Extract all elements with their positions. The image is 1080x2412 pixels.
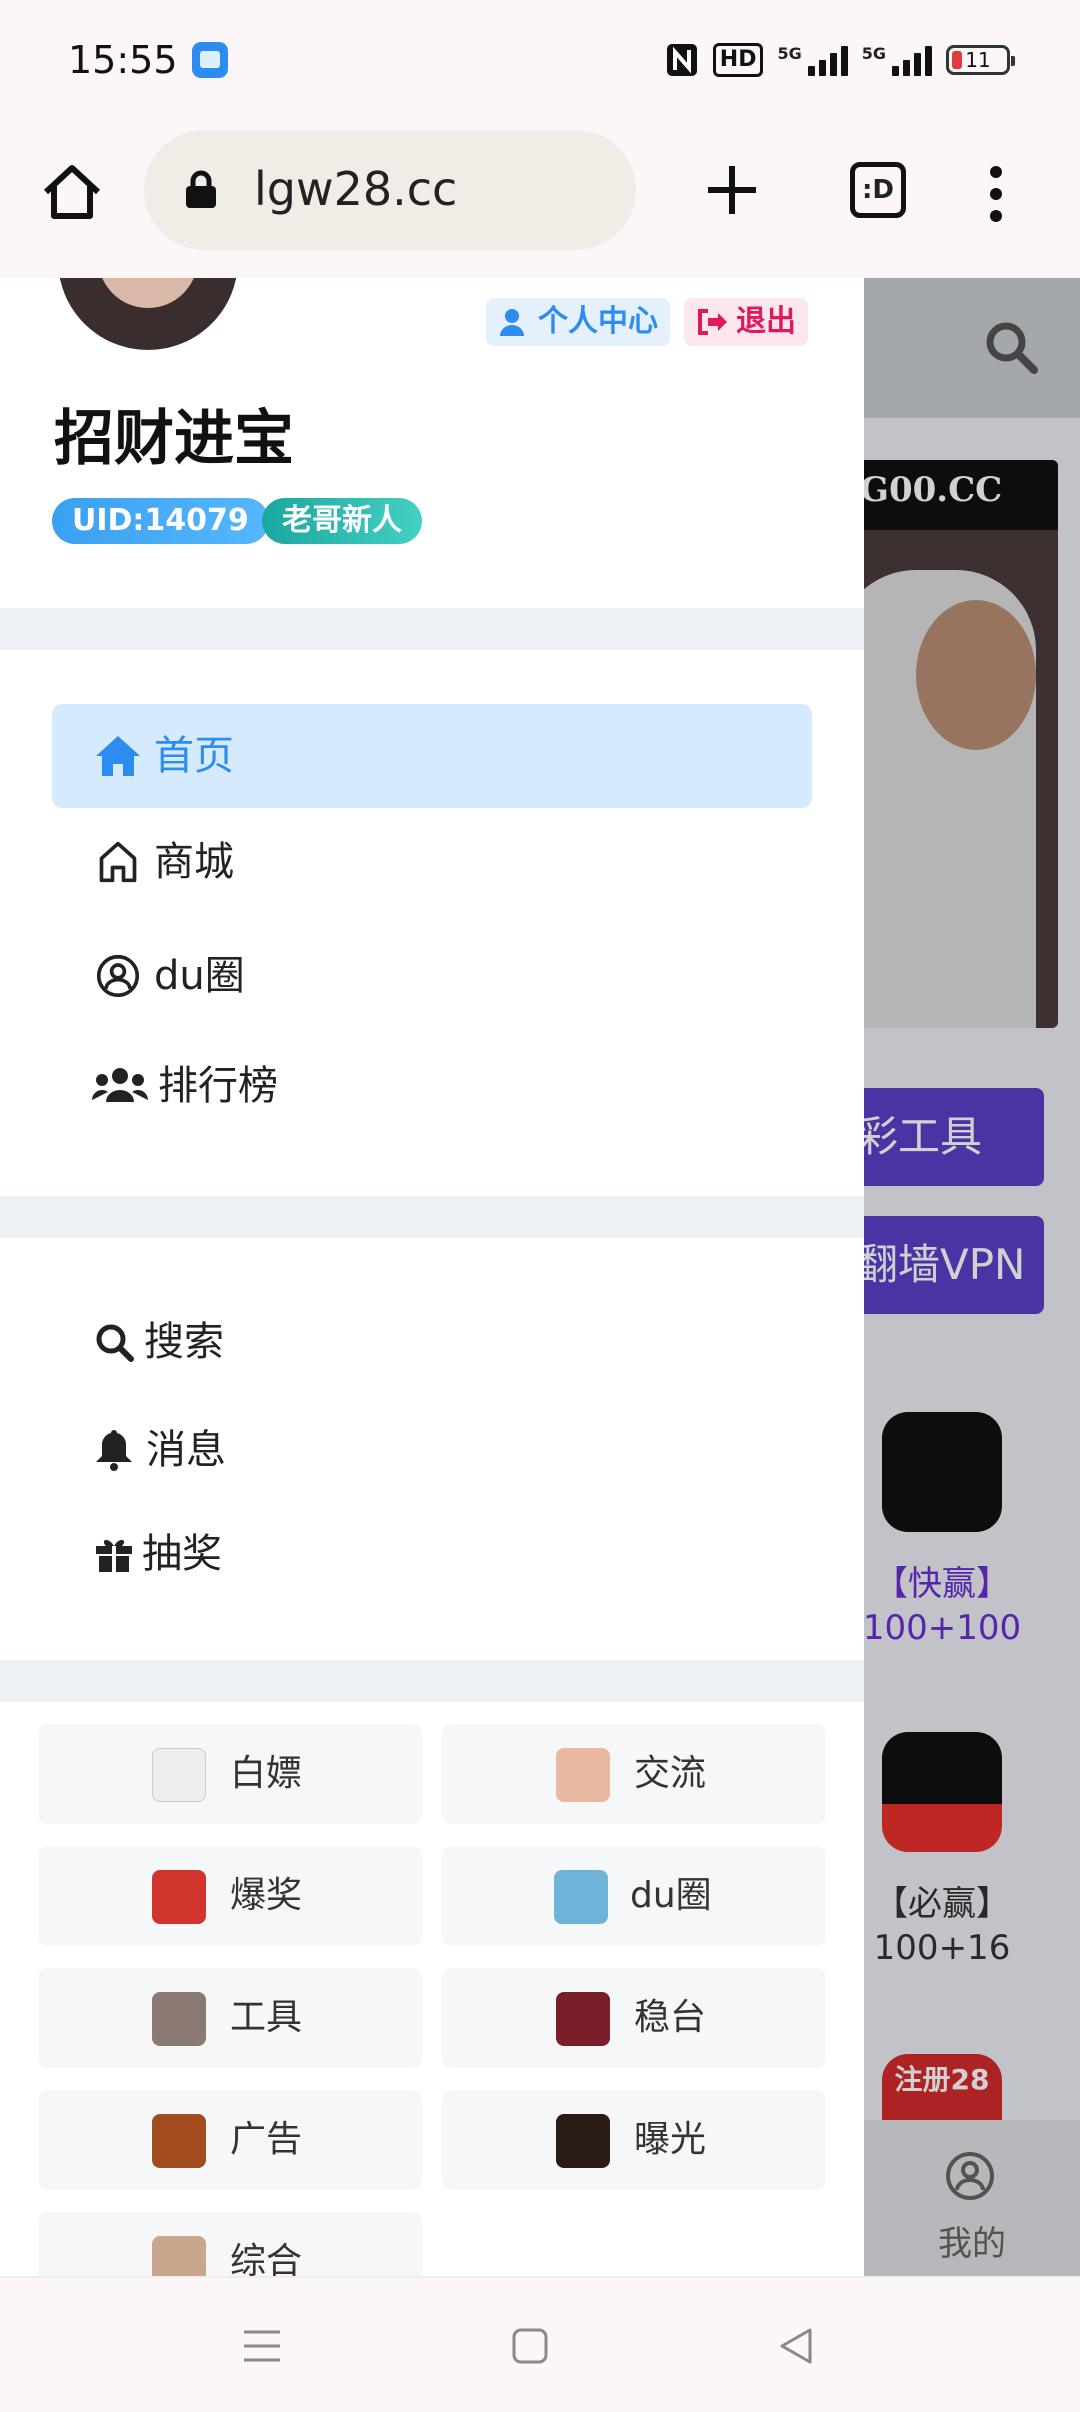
search-icon	[96, 1324, 134, 1362]
lock-icon	[186, 170, 216, 208]
hd-icon: HD	[712, 43, 764, 77]
nav-item-leaderboard[interactable]: 排行榜	[52, 1034, 812, 1138]
category-baoguang-label: 曝光	[634, 2119, 707, 2160]
category-jiaoliu-icon	[556, 1748, 610, 1802]
system-nav-bar	[0, 2276, 1080, 2412]
category-baipiao-icon	[152, 1748, 206, 1802]
home-outline-icon	[99, 841, 137, 883]
tab-switcher-button[interactable]: :D	[850, 162, 906, 218]
category-zonghe-label: 综合	[230, 2241, 303, 2276]
battery-icon: 11	[946, 45, 1015, 75]
avatar-face	[98, 278, 198, 308]
nav-lottery-label: 抽奖	[142, 1531, 222, 1577]
gift-icon	[96, 1539, 132, 1572]
category-du-circle[interactable]: du圈	[442, 1846, 826, 1946]
nav-search-label: 搜索	[144, 1319, 224, 1365]
users-icon	[92, 1068, 148, 1102]
signal-2-label: 5G	[861, 44, 886, 63]
section-divider	[0, 1196, 864, 1238]
logout-icon	[698, 309, 727, 335]
signal-5g-icon-2: 5G	[862, 44, 932, 76]
category-wentai-label: 稳台	[634, 1997, 707, 2038]
category-guanggao-label: 广告	[230, 2119, 303, 2160]
nfc-icon	[666, 44, 697, 76]
nav-item-messages[interactable]: 消息	[52, 1398, 812, 1502]
home-solid-icon	[96, 736, 140, 776]
user-circle-icon	[96, 954, 140, 998]
logout-label: 退出	[736, 304, 796, 339]
category-wentai[interactable]: 稳台	[442, 1968, 826, 2068]
logout-button[interactable]: 退出	[684, 298, 808, 346]
menu-icon[interactable]	[240, 2324, 284, 2368]
category-gongju-icon	[152, 1992, 206, 2046]
uid-badge: UID:14079	[52, 498, 269, 544]
address-bar[interactable]: lgw28.cc	[144, 130, 636, 250]
section-divider	[0, 608, 864, 650]
nav-item-du-circle[interactable]: du圈	[52, 924, 812, 1028]
nav-item-shop[interactable]: 商城	[52, 810, 812, 914]
side-drawer: 个人中心 退出 招财进宝 UID:14079 老哥新人 首页 商城 du圈 排行…	[0, 278, 864, 2276]
browser-toolbar: lgw28.cc :D	[0, 124, 1080, 278]
category-baojiang-label: 爆奖	[230, 1875, 303, 1916]
category-wentai-icon	[556, 1992, 610, 2046]
category-guanggao-icon	[152, 2114, 206, 2168]
user-title-badge: 老哥新人	[262, 498, 422, 544]
profile-center-button[interactable]: 个人中心	[486, 298, 670, 346]
category-baojiang-icon	[152, 1870, 206, 1924]
category-baoguang-icon	[556, 2114, 610, 2168]
nav-item-home[interactable]: 首页	[52, 704, 812, 808]
category-jiaoliu-label: 交流	[634, 1753, 707, 1794]
more-menu-icon[interactable]	[984, 164, 1008, 224]
status-icons: HD 5G 5G 11	[665, 40, 1015, 80]
avatar[interactable]	[58, 278, 238, 350]
signal-5g-icon-1: 5G	[777, 44, 848, 76]
nav-du-circle-label: du圈	[154, 953, 245, 999]
section-divider	[0, 1660, 864, 1702]
category-baojiang[interactable]: 爆奖	[38, 1846, 422, 1946]
category-baipiao-label: 白嫖	[230, 1753, 303, 1794]
bell-icon	[96, 1430, 132, 1471]
status-bar: 15:55 HD 5G 5G 11	[0, 0, 1080, 124]
category-guanggao[interactable]: 广告	[38, 2090, 422, 2190]
back-icon[interactable]	[774, 2324, 818, 2368]
nav-home-label: 首页	[154, 733, 234, 779]
category-jiaoliu[interactable]: 交流	[442, 1724, 826, 1824]
url-text: lgw28.cc	[254, 162, 458, 216]
home-icon[interactable]	[40, 160, 104, 224]
status-time: 15:55	[68, 38, 178, 82]
nav-item-search[interactable]: 搜索	[52, 1290, 812, 1394]
category-du-circle-icon	[554, 1870, 608, 1924]
drawer-overlay[interactable]	[864, 278, 1080, 2276]
nav-messages-label: 消息	[146, 1427, 226, 1473]
category-baoguang[interactable]: 曝光	[442, 2090, 826, 2190]
category-baipiao[interactable]: 白嫖	[38, 1724, 422, 1824]
user-icon	[500, 309, 524, 336]
nav-leaderboard-label: 排行榜	[158, 1063, 278, 1109]
category-du-circle-label: du圈	[630, 1875, 712, 1916]
home-square-icon[interactable]	[508, 2324, 552, 2368]
signal-1-label: 5G	[777, 44, 802, 63]
nav-shop-label: 商城	[154, 839, 234, 885]
app-notification-icon	[192, 42, 228, 78]
profile-center-label: 个人中心	[538, 304, 658, 339]
nav-item-lottery[interactable]: 抽奖	[52, 1502, 812, 1606]
category-zonghe-icon	[152, 2236, 206, 2276]
username: 招财进宝	[54, 404, 294, 474]
new-tab-icon[interactable]	[702, 160, 762, 220]
category-gongju[interactable]: 工具	[38, 1968, 422, 2068]
category-zonghe[interactable]: 综合	[38, 2212, 422, 2276]
category-gongju-label: 工具	[230, 1997, 303, 2038]
